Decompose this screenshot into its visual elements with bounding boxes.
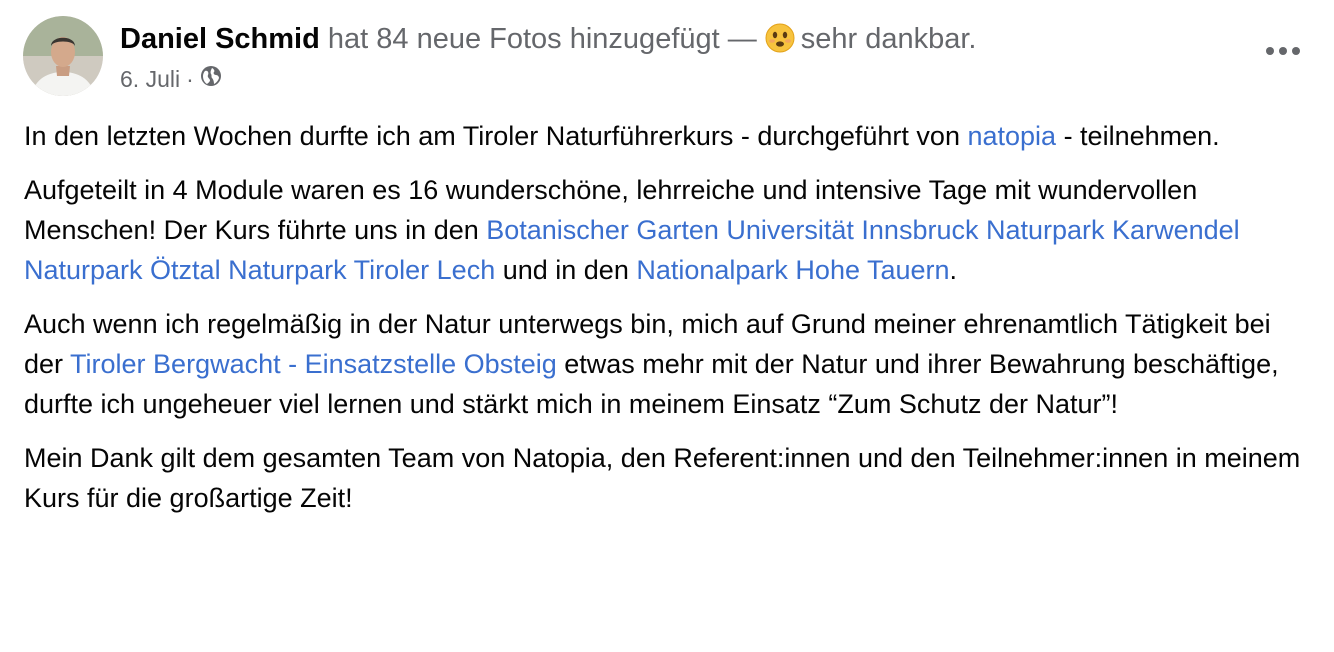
paragraph-text: . <box>949 255 958 285</box>
page-link[interactable]: natopia <box>967 121 1056 151</box>
paragraph-text: Mein Dank gilt dem gesamten Team von Nat… <box>24 443 1301 513</box>
more-horizontal-icon <box>1266 47 1300 55</box>
more-options-button[interactable] <box>1260 34 1306 68</box>
paragraph-text: und in den <box>495 255 637 285</box>
post-subline: 6. Juli · <box>120 65 976 93</box>
author-name[interactable]: Daniel Schmid <box>120 23 320 55</box>
post-action-text: hat 84 neue Fotos hinzugefügt — <box>327 23 757 55</box>
avatar-photo <box>23 16 103 96</box>
post-header: Daniel Schmid hat 84 neue Fotos hinzugef… <box>23 16 976 96</box>
paragraph-text: In den letzten Wochen durfte ich am Tiro… <box>24 121 968 151</box>
facebook-post: Daniel Schmid hat 84 neue Fotos hinzugef… <box>0 0 1334 652</box>
post-paragraph: Mein Dank gilt dem gesamten Team von Nat… <box>24 438 1314 518</box>
post-meta: Daniel Schmid hat 84 neue Fotos hinzugef… <box>120 16 976 93</box>
page-link[interactable]: Botanischer Garten Universität Innsbruck <box>486 215 978 245</box>
post-paragraph: Aufgeteilt in 4 Module waren es 16 wunde… <box>24 170 1314 290</box>
page-link[interactable]: Nationalpark Hohe Tauern <box>636 255 949 285</box>
post-date[interactable]: 6. Juli <box>120 65 180 93</box>
feeling-text[interactable]: sehr dankbar. <box>801 23 977 55</box>
author-avatar[interactable] <box>23 16 103 96</box>
slightly-smiling-face-emoji <box>765 23 795 61</box>
page-link[interactable]: Naturpark Ötztal <box>24 255 221 285</box>
separator-dot: · <box>186 66 194 92</box>
page-link[interactable]: Naturpark Tiroler Lech <box>228 255 495 285</box>
post-title-line: Daniel Schmid hat 84 neue Fotos hinzugef… <box>120 22 976 61</box>
paragraph-text: - teilnehmen. <box>1056 121 1220 151</box>
post-paragraph: In den letzten Wochen durfte ich am Tiro… <box>24 116 1314 156</box>
page-link[interactable]: Naturpark Karwendel <box>986 215 1240 245</box>
post-paragraph: Auch wenn ich regelmäßig in der Natur un… <box>24 304 1314 424</box>
paragraph-text <box>978 215 986 245</box>
page-link[interactable]: Tiroler Bergwacht - Einsatzstelle Obstei… <box>70 349 557 379</box>
globe-icon[interactable] <box>200 65 222 93</box>
paragraph-text <box>221 255 229 285</box>
post-body: In den letzten Wochen durfte ich am Tiro… <box>24 116 1314 532</box>
